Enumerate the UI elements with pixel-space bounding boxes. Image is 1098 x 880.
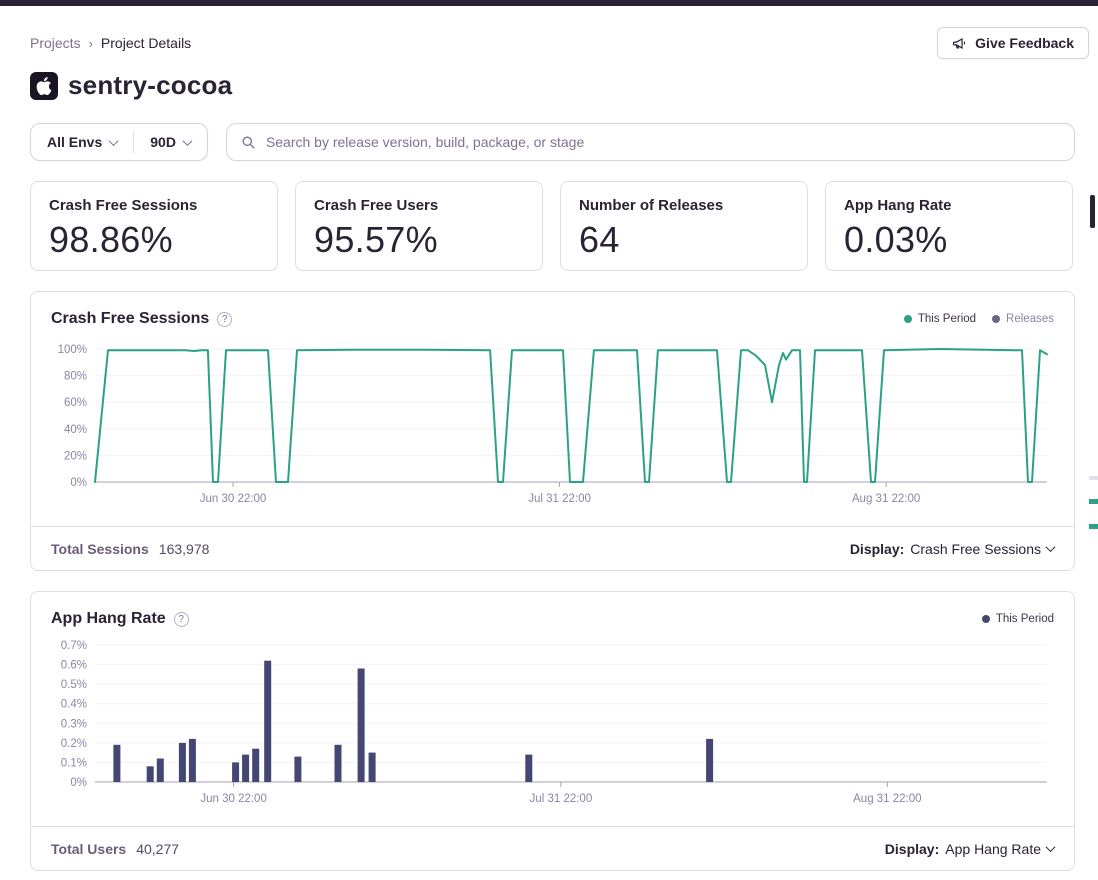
page-title: sentry-cocoa — [68, 70, 232, 101]
panel-title: Crash Free Sessions — [51, 310, 209, 328]
app-hang-rate-chart[interactable]: 0% 0.1% 0.2% 0.3% 0.4% 0.5% 0.6% 0.7% Jun 30 22:… — [50, 636, 1055, 816]
svg-text:0%: 0% — [70, 777, 87, 789]
total-users-value: 40,277 — [136, 841, 179, 857]
display-label: Display: — [885, 841, 939, 857]
legend-dot — [904, 315, 912, 323]
stat-label: Crash Free Users — [314, 197, 524, 214]
app-hang-rate-panel: App Hang Rate ? This Period 0% 0.1% 0.2% 0.… — [30, 591, 1075, 871]
stat-card-crash-free-sessions: Crash Free Sessions 98.86% — [30, 181, 278, 271]
megaphone-icon — [952, 36, 967, 51]
display-value: Crash Free Sessions — [910, 541, 1041, 557]
svg-text:0.6%: 0.6% — [61, 660, 87, 672]
chevron-down-icon — [109, 136, 119, 146]
search-icon — [241, 135, 256, 150]
svg-text:0.4%: 0.4% — [61, 699, 87, 711]
legend-dot — [992, 315, 1000, 323]
legend-label: This Period — [918, 313, 976, 325]
legend-item-releases[interactable]: Releases — [992, 313, 1054, 325]
breadcrumb-row: Projects › Project Details Give Feedback — [30, 26, 1075, 60]
legend-item-this-period[interactable]: This Period — [904, 313, 976, 325]
give-feedback-label: Give Feedback — [975, 35, 1074, 51]
chart-legend: This Period — [982, 613, 1054, 625]
stat-card-app-hang-rate: App Hang Rate 0.03% — [825, 181, 1073, 271]
environment-dropdown-label: All Envs — [47, 134, 102, 150]
stat-value: 0.03% — [844, 219, 1054, 261]
display-value: App Hang Rate — [945, 841, 1041, 857]
crash-free-sessions-panel: Crash Free Sessions ? This Period Releas… — [30, 291, 1075, 571]
give-feedback-button[interactable]: Give Feedback — [937, 27, 1089, 59]
chevron-down-icon — [182, 136, 192, 146]
help-icon[interactable]: ? — [174, 612, 189, 627]
cutoff-fragment — [1089, 476, 1098, 480]
date-range-dropdown[interactable]: 90D — [134, 124, 207, 160]
legend-dot — [982, 615, 990, 623]
date-range-dropdown-label: 90D — [150, 134, 176, 150]
top-accent-bar — [0, 0, 1098, 6]
breadcrumb-separator-icon: › — [89, 36, 93, 51]
stat-label: Number of Releases — [579, 197, 789, 214]
svg-text:0.5%: 0.5% — [61, 679, 87, 691]
filter-row: All Envs 90D — [30, 123, 1075, 161]
breadcrumb: Projects › Project Details — [30, 35, 191, 51]
stat-value: 98.86% — [49, 219, 259, 261]
display-label: Display: — [850, 541, 904, 557]
cutoff-fragment — [1089, 499, 1098, 504]
breadcrumb-current: Project Details — [101, 35, 191, 51]
release-search-box — [226, 123, 1075, 161]
display-dropdown[interactable]: Display: Crash Free Sessions — [850, 541, 1054, 557]
search-input[interactable] — [266, 134, 1060, 150]
panel-footer: Total Sessions 163,978 Display: Crash Fr… — [31, 526, 1074, 570]
svg-text:Jul 31 22:00: Jul 31 22:00 — [528, 493, 591, 505]
cutoff-fragment — [1089, 524, 1098, 529]
environment-dropdown[interactable]: All Envs — [31, 124, 133, 160]
stat-card-number-of-releases: Number of Releases 64 — [560, 181, 808, 271]
svg-text:100%: 100% — [58, 344, 87, 356]
breadcrumb-projects-link[interactable]: Projects — [30, 35, 81, 51]
svg-text:0.7%: 0.7% — [61, 640, 87, 652]
svg-text:0.3%: 0.3% — [61, 718, 87, 730]
project-title-row: sentry-cocoa — [30, 70, 1075, 101]
svg-text:Aug 31 22:00: Aug 31 22:00 — [852, 493, 920, 505]
stat-value: 95.57% — [314, 219, 524, 261]
total-users-label: Total Users — [51, 841, 126, 857]
project-details-page: Projects › Project Details Give Feedback — [0, 0, 1098, 880]
total-sessions-label: Total Sessions — [51, 541, 149, 557]
stat-cards-row: Crash Free Sessions 98.86% Crash Free Us… — [30, 181, 1075, 271]
svg-text:60%: 60% — [64, 397, 87, 409]
panel-title: App Hang Rate — [51, 610, 166, 628]
legend-item-this-period[interactable]: This Period — [982, 613, 1054, 625]
total-sessions-value: 163,978 — [159, 541, 210, 557]
svg-text:Jun 30 22:00: Jun 30 22:00 — [200, 493, 267, 505]
svg-text:Aug 31 22:00: Aug 31 22:00 — [853, 793, 921, 805]
stat-value: 64 — [579, 219, 789, 261]
svg-text:0.2%: 0.2% — [61, 738, 87, 750]
legend-label: Releases — [1006, 313, 1054, 325]
help-icon[interactable]: ? — [217, 312, 232, 327]
apple-icon — [30, 72, 58, 100]
display-dropdown[interactable]: Display: App Hang Rate — [885, 841, 1054, 857]
svg-text:0.1%: 0.1% — [61, 757, 87, 769]
chart-legend: This Period Releases — [904, 313, 1054, 325]
crash-free-sessions-chart[interactable]: 0% 20% 40% 60% 80% 100% Jun 30 22:00 Jul 31 22:… — [50, 336, 1055, 516]
stat-label: App Hang Rate — [844, 197, 1054, 214]
svg-text:20%: 20% — [64, 450, 87, 462]
filter-pill-group: All Envs 90D — [30, 123, 208, 161]
panel-header: App Hang Rate ? This Period — [31, 592, 1074, 636]
panel-footer: Total Users 40,277 Display: App Hang Rat… — [31, 826, 1074, 870]
cutoff-stat-value-fragment — [1090, 195, 1095, 228]
chevron-down-icon — [1046, 842, 1056, 852]
legend-label: This Period — [996, 613, 1054, 625]
panel-header: Crash Free Sessions ? This Period Releas… — [31, 292, 1074, 336]
svg-text:Jun 30 22:00: Jun 30 22:00 — [200, 793, 267, 805]
svg-text:80%: 80% — [64, 371, 87, 383]
svg-text:0%: 0% — [70, 477, 87, 489]
svg-text:40%: 40% — [64, 424, 87, 436]
stat-label: Crash Free Sessions — [49, 197, 259, 214]
chevron-down-icon — [1046, 542, 1056, 552]
stat-card-crash-free-users: Crash Free Users 95.57% — [295, 181, 543, 271]
svg-text:Jul 31 22:00: Jul 31 22:00 — [530, 793, 593, 805]
